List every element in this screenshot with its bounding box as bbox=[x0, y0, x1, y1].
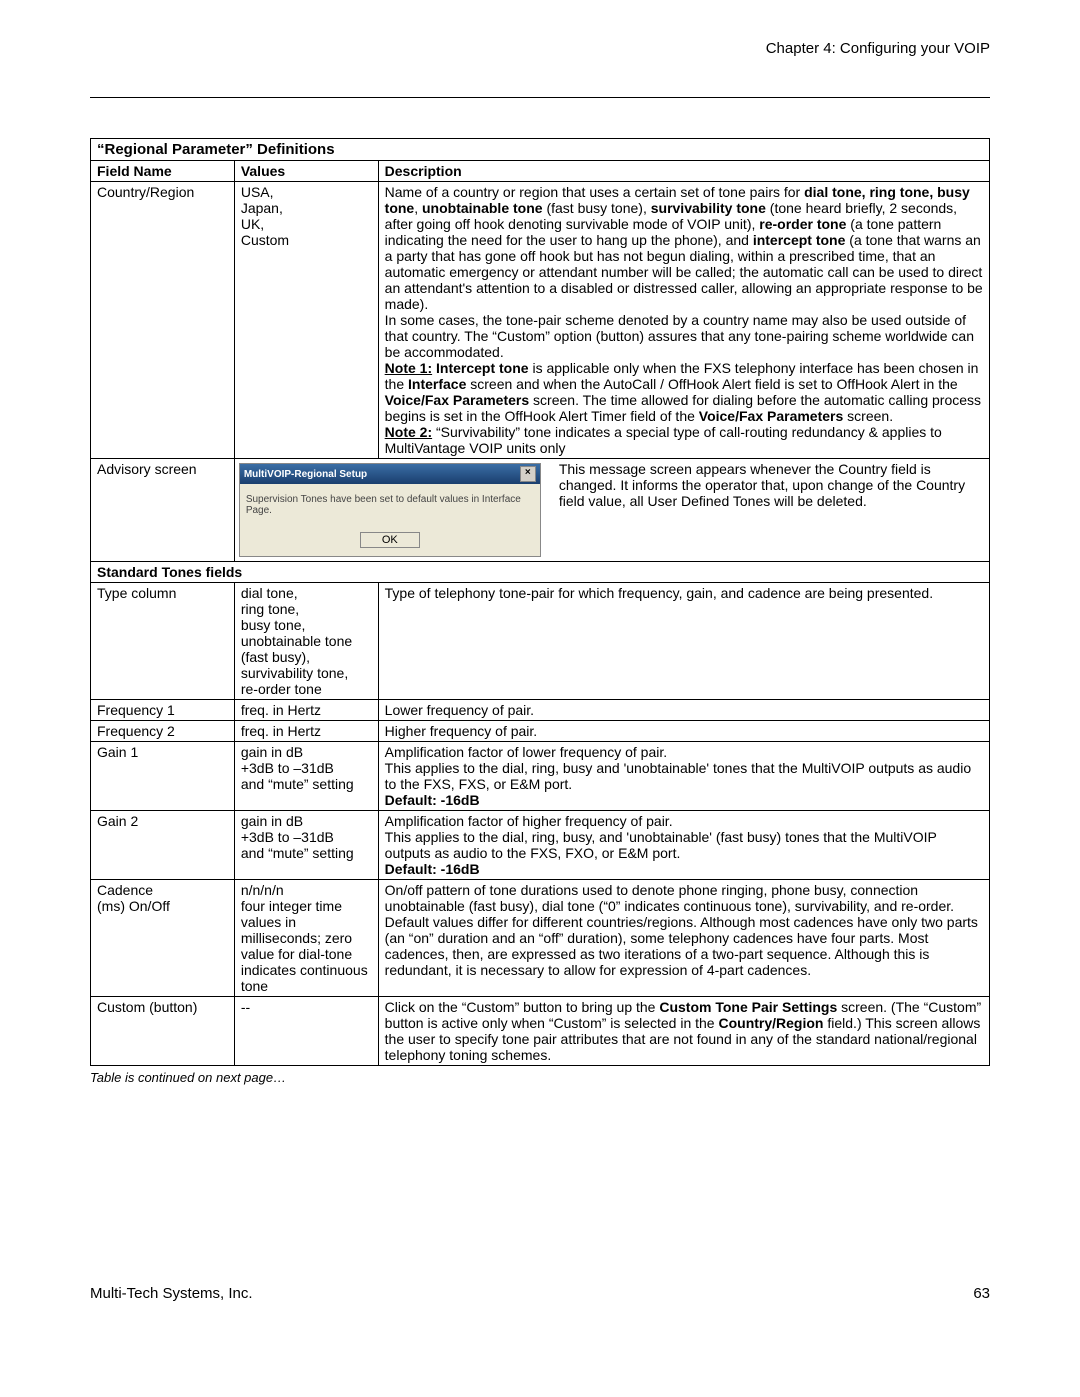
table-title: “Regional Parameter” Definitions bbox=[91, 139, 990, 161]
ok-button[interactable]: OK bbox=[360, 532, 420, 548]
desc-freq2: Higher frequency of pair. bbox=[378, 721, 989, 742]
desc-advisory: This message screen appears whenever the… bbox=[553, 459, 989, 561]
col-field-name: Field Name bbox=[91, 161, 235, 182]
field-custom: Custom (button) bbox=[91, 997, 235, 1066]
values-country: USA, Japan, UK, Custom bbox=[234, 182, 378, 459]
desc-type: Type of telephony tone-pair for which fr… bbox=[378, 583, 989, 700]
field-gain1: Gain 1 bbox=[91, 742, 235, 811]
field-country: Country/Region bbox=[91, 182, 235, 459]
definitions-table: “Regional Parameter” Definitions Field N… bbox=[90, 138, 990, 1066]
values-gain2: gain in dB +3dB to –31dB and “mute” sett… bbox=[234, 811, 378, 880]
field-freq1: Frequency 1 bbox=[91, 700, 235, 721]
page-number: 63 bbox=[973, 1285, 990, 1302]
field-type: Type column bbox=[91, 583, 235, 700]
dialog-title: MultiVOIP-Regional Setup bbox=[244, 469, 367, 480]
desc-gain2: Amplification factor of higher frequency… bbox=[378, 811, 989, 880]
table-continued-note: Table is continued on next page… bbox=[90, 1070, 990, 1085]
desc-custom: Click on the “Custom” button to bring up… bbox=[378, 997, 989, 1066]
desc-cadence: On/off pattern of tone durations used to… bbox=[378, 880, 989, 997]
footer-company: Multi-Tech Systems, Inc. bbox=[90, 1285, 253, 1302]
desc-gain1: Amplification factor of lower frequency … bbox=[378, 742, 989, 811]
chapter-header: Chapter 4: Configuring your VOIP bbox=[90, 40, 990, 57]
field-gain2: Gain 2 bbox=[91, 811, 235, 880]
section-standard-tones: Standard Tones fields bbox=[91, 562, 990, 583]
values-freq1: freq. in Hertz bbox=[234, 700, 378, 721]
values-custom: -- bbox=[234, 997, 378, 1066]
desc-country: Name of a country or region that uses a … bbox=[378, 182, 989, 459]
field-cadence: Cadence (ms) On/Off bbox=[91, 880, 235, 997]
field-advisory: Advisory screen bbox=[91, 459, 235, 562]
values-gain1: gain in dB +3dB to –31dB and “mute” sett… bbox=[234, 742, 378, 811]
values-freq2: freq. in Hertz bbox=[234, 721, 378, 742]
col-description: Description bbox=[378, 161, 989, 182]
desc-freq1: Lower frequency of pair. bbox=[378, 700, 989, 721]
header-rule bbox=[90, 97, 990, 98]
dialog-text: Supervision Tones have been set to defau… bbox=[240, 484, 540, 526]
values-cadence: n/n/n/n four integer time values in mill… bbox=[234, 880, 378, 997]
advisory-dialog: MultiVOIP-Regional Setup × Supervision T… bbox=[239, 463, 541, 557]
col-values: Values bbox=[234, 161, 378, 182]
field-freq2: Frequency 2 bbox=[91, 721, 235, 742]
close-icon[interactable]: × bbox=[520, 466, 536, 482]
values-type: dial tone, ring tone, busy tone, unobtai… bbox=[234, 583, 378, 700]
